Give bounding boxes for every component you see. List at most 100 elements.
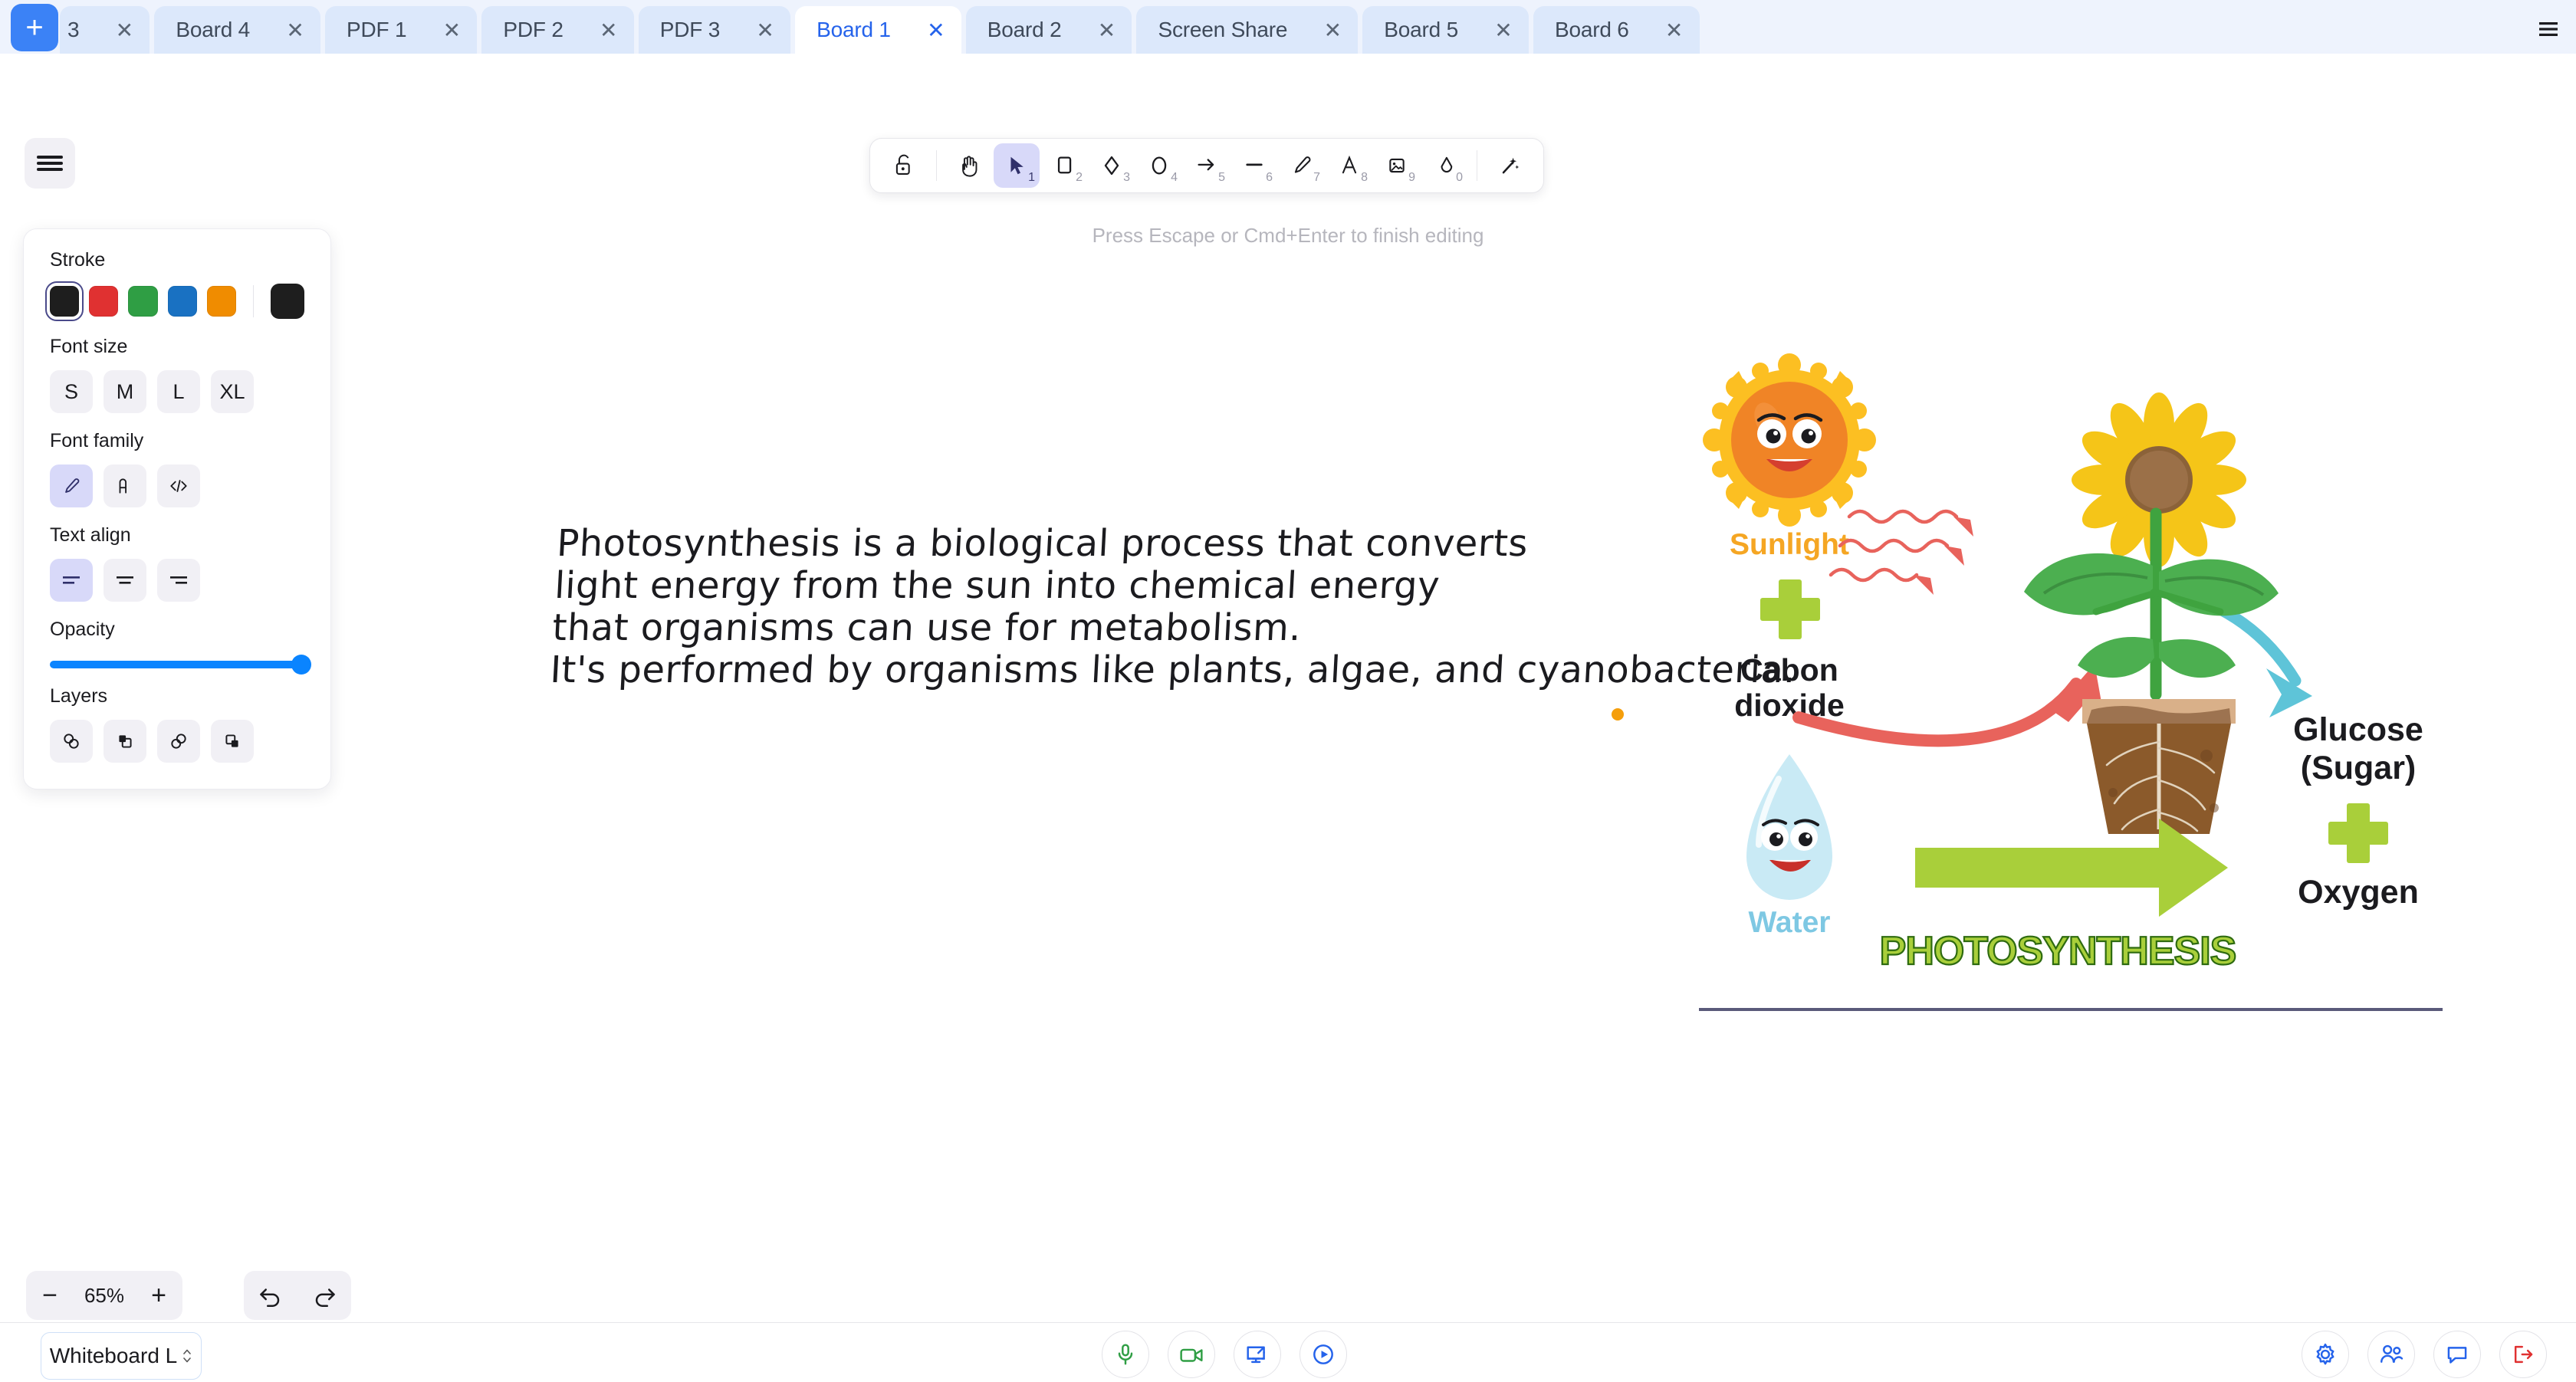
tab-close-icon[interactable]: ✕ — [754, 18, 777, 43]
leave-button[interactable] — [2499, 1331, 2547, 1378]
tab-close-icon[interactable]: ✕ — [597, 18, 620, 43]
bring-forward-button[interactable] — [157, 720, 200, 763]
stroke-color-row — [44, 281, 304, 321]
font-size-s-button[interactable]: S — [50, 370, 93, 413]
tab-close-icon[interactable]: ✕ — [1095, 18, 1118, 43]
record-button[interactable] — [1300, 1331, 1347, 1378]
new-tab-button[interactable]: + — [11, 4, 58, 51]
tab-label: PDF 3 — [659, 18, 721, 41]
draw-tool-button[interactable]: 7 — [1279, 143, 1325, 188]
tab-label: PDF 1 — [347, 18, 407, 41]
tab-board-2[interactable]: Board 2 ✕ — [965, 6, 1132, 54]
tab-overflow-menu-button[interactable] — [2528, 9, 2568, 49]
microphone-button[interactable] — [1102, 1331, 1149, 1378]
tab-close-icon[interactable]: ✕ — [440, 18, 463, 43]
app-root: + 3 ✕ Board 4 ✕ PDF 1 ✕ PDF 2 ✕ PDF 3 ✕ Board 1 ✕ Bo… — [0, 0, 2576, 1382]
photosynthesis-image[interactable]: Sunlight Cabon dioxide Water PHOTOSYNTHE… — [1699, 350, 2443, 1016]
main-menu-button[interactable] — [25, 138, 75, 189]
text-tool-button[interactable]: 8 — [1326, 143, 1372, 188]
tool-shortcut: 0 — [1456, 171, 1463, 184]
hand-tool-button[interactable] — [946, 143, 992, 188]
camera-button[interactable] — [1168, 1331, 1215, 1378]
arrow-tool-button[interactable]: 5 — [1184, 143, 1230, 188]
selection-icon — [1010, 156, 1024, 175]
stroke-swatch-black[interactable] — [44, 281, 84, 321]
screen-share-icon — [1247, 1346, 1265, 1364]
diamond-tool-button[interactable]: 3 — [1089, 143, 1135, 188]
leave-call-icon — [2514, 1345, 2533, 1364]
opacity-section-title: Opacity — [50, 619, 115, 640]
stroke-swatch-orange[interactable] — [206, 286, 237, 317]
rectangle-tool-button[interactable]: 2 — [1041, 143, 1087, 188]
sunflower-plant-illustration — [2024, 392, 2279, 834]
undo-button[interactable] — [244, 1271, 297, 1320]
tab-3[interactable]: 3 ✕ — [60, 6, 150, 54]
tab-close-icon[interactable]: ✕ — [1663, 18, 1686, 43]
stroke-swatch-green[interactable] — [128, 286, 158, 317]
tab-board-5[interactable]: Board 5 ✕ — [1362, 6, 1529, 54]
tool-shortcut: 3 — [1123, 171, 1130, 184]
send-backward-icon — [119, 735, 132, 748]
tab-close-icon[interactable]: ✕ — [113, 18, 136, 43]
canvas-selection-dot[interactable] — [1612, 708, 1624, 721]
record-play-icon — [1313, 1344, 1333, 1364]
stroke-swatch-red[interactable] — [89, 286, 119, 317]
text-align-row — [50, 559, 304, 602]
participants-button[interactable] — [2367, 1331, 2415, 1378]
tab-board-4[interactable]: Board 4 ✕ — [154, 6, 321, 54]
image-tool-button[interactable]: 9 — [1374, 143, 1420, 188]
whiteboard-layout-select[interactable]: Whiteboard L — [41, 1332, 202, 1380]
zoom-controls: − 65% + — [26, 1271, 182, 1320]
font-family-normal-button[interactable] — [104, 464, 146, 507]
tab-pdf-1[interactable]: PDF 1 ✕ — [325, 6, 478, 54]
tab-close-icon[interactable]: ✕ — [1321, 18, 1344, 43]
send-to-back-button[interactable] — [50, 720, 93, 763]
text-align-section-title: Text align — [50, 524, 131, 546]
tool-shortcut: 4 — [1171, 171, 1178, 184]
tab-close-icon[interactable]: ✕ — [925, 18, 948, 43]
font-size-xl-button[interactable]: XL — [211, 370, 254, 413]
zoom-in-button[interactable]: + — [135, 1271, 182, 1320]
text-align-right-button[interactable] — [157, 559, 200, 602]
settings-button[interactable] — [2302, 1331, 2349, 1378]
stroke-swatch-blue[interactable] — [167, 286, 197, 317]
current-stroke-color[interactable] — [271, 284, 304, 319]
canvas-text-element[interactable]: Photosynthesis is a biological process t… — [549, 522, 1803, 691]
tab-pdf-2[interactable]: PDF 2 ✕ — [481, 6, 634, 54]
chat-button[interactable] — [2433, 1331, 2481, 1378]
text-align-center-button[interactable] — [104, 559, 146, 602]
tool-shortcut: 2 — [1076, 171, 1083, 184]
ellipse-icon — [1152, 156, 1167, 175]
zoom-out-button[interactable]: − — [26, 1271, 74, 1320]
whiteboard-canvas[interactable]: 1 2 3 4 5 6 7 8 9 0 Press Escape or Cmd+… — [0, 54, 2576, 1322]
bring-to-front-button[interactable] — [211, 720, 254, 763]
send-backward-button[interactable] — [104, 720, 146, 763]
opacity-slider-knob[interactable] — [291, 655, 311, 675]
eraser-tool-button[interactable]: 0 — [1421, 143, 1467, 188]
font-size-l-button[interactable]: L — [157, 370, 200, 413]
tab-pdf-3[interactable]: PDF 3 ✕ — [638, 6, 791, 54]
tab-board-1[interactable]: Board 1 ✕ — [795, 6, 961, 54]
text-align-left-button[interactable] — [50, 559, 93, 602]
tab-close-icon[interactable]: ✕ — [284, 18, 307, 43]
screen-share-button[interactable] — [1234, 1331, 1281, 1378]
redo-button[interactable] — [297, 1271, 351, 1320]
tab-label: Screen Share — [1158, 18, 1288, 41]
font-family-handdrawn-button[interactable] — [50, 464, 93, 507]
font-family-code-button[interactable] — [157, 464, 200, 507]
hamburger-icon — [37, 153, 63, 174]
lock-tool-button[interactable] — [881, 143, 927, 188]
bring-to-front-icon — [225, 734, 238, 747]
selection-tool-button[interactable]: 1 — [994, 143, 1040, 188]
tab-screen-share[interactable]: Screen Share ✕ — [1136, 6, 1359, 54]
font-size-m-button[interactable]: M — [104, 370, 146, 413]
editing-hint: Press Escape or Cmd+Enter to finish edit… — [1092, 224, 1484, 247]
line-tool-button[interactable]: 6 — [1231, 143, 1277, 188]
tab-board-6[interactable]: Board 6 ✕ — [1533, 6, 1700, 54]
zoom-level-value[interactable]: 65% — [74, 1284, 135, 1308]
ellipse-tool-button[interactable]: 4 — [1136, 143, 1182, 188]
code-icon — [170, 480, 187, 492]
opacity-slider[interactable] — [50, 655, 311, 675]
magic-wand-tool-button[interactable] — [1487, 143, 1533, 188]
tab-close-icon[interactable]: ✕ — [1492, 18, 1515, 43]
